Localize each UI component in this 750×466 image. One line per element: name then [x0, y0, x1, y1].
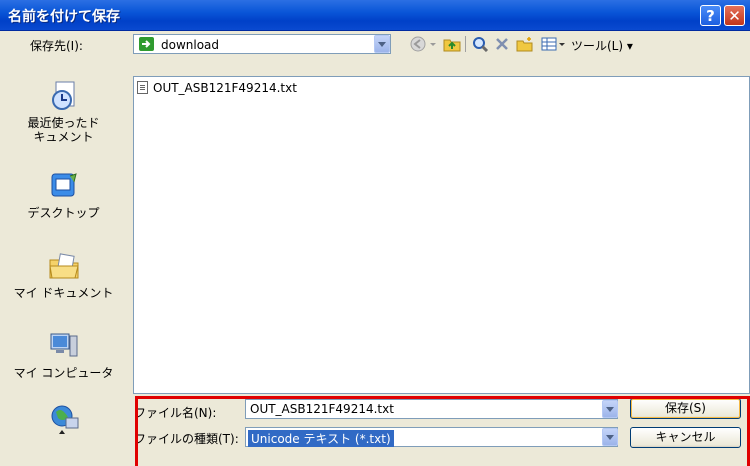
place-recent-documents[interactable]: 最近使ったド キュメント [0, 80, 127, 144]
place-my-computer[interactable]: マイ コンピュータ [0, 330, 127, 380]
place-my-network[interactable] [0, 402, 127, 438]
place-label: 最近使ったド キュメント [27, 116, 100, 144]
save-in-value: download [161, 38, 220, 52]
desktop-icon [48, 170, 80, 202]
search-web-icon[interactable] [472, 36, 490, 52]
place-label: デスクトップ [27, 206, 100, 220]
close-button[interactable]: ✕ [724, 5, 745, 26]
back-dropdown-icon[interactable] [429, 36, 437, 52]
text-file-icon [137, 81, 148, 94]
back-icon[interactable] [410, 36, 426, 52]
save-in-dropdown-button[interactable] [374, 35, 390, 53]
places-bar: 最近使ったド キュメント デスクトップ マイ ドキュメント マイ コンピュータ [0, 62, 127, 466]
toolbar-separator [465, 36, 466, 52]
file-list[interactable]: OUT_ASB121F49214.txt [133, 76, 750, 394]
file-name: OUT_ASB121F49214.txt [153, 81, 297, 95]
window-title: 名前を付けて保存 [8, 9, 120, 25]
place-desktop[interactable]: デスクトップ [0, 170, 127, 220]
up-folder-icon[interactable] [443, 36, 461, 52]
help-button[interactable]: ? [700, 5, 721, 26]
my-documents-icon [48, 250, 80, 282]
network-globe-icon [48, 402, 80, 434]
place-my-documents[interactable]: マイ ドキュメント [0, 250, 127, 300]
tools-menu[interactable]: ツール(L) ▾ [571, 37, 633, 54]
place-label: マイ ドキュメント [13, 286, 114, 300]
place-label: マイ コンピュータ [13, 366, 114, 380]
view-dropdown-icon[interactable] [558, 36, 566, 52]
download-folder-icon [139, 37, 154, 51]
save-in-label: 保存先(I): [30, 39, 83, 53]
my-computer-icon [48, 330, 80, 362]
recent-documents-icon [48, 80, 80, 112]
new-folder-icon[interactable] [516, 36, 534, 52]
delete-icon[interactable] [494, 36, 510, 52]
save-in-combobox[interactable]: download [133, 34, 391, 54]
annotation-highlight-box [135, 396, 750, 466]
title-bar: 名前を付けて保存 ? ✕ [0, 0, 750, 31]
view-menu-icon[interactable] [541, 36, 557, 52]
